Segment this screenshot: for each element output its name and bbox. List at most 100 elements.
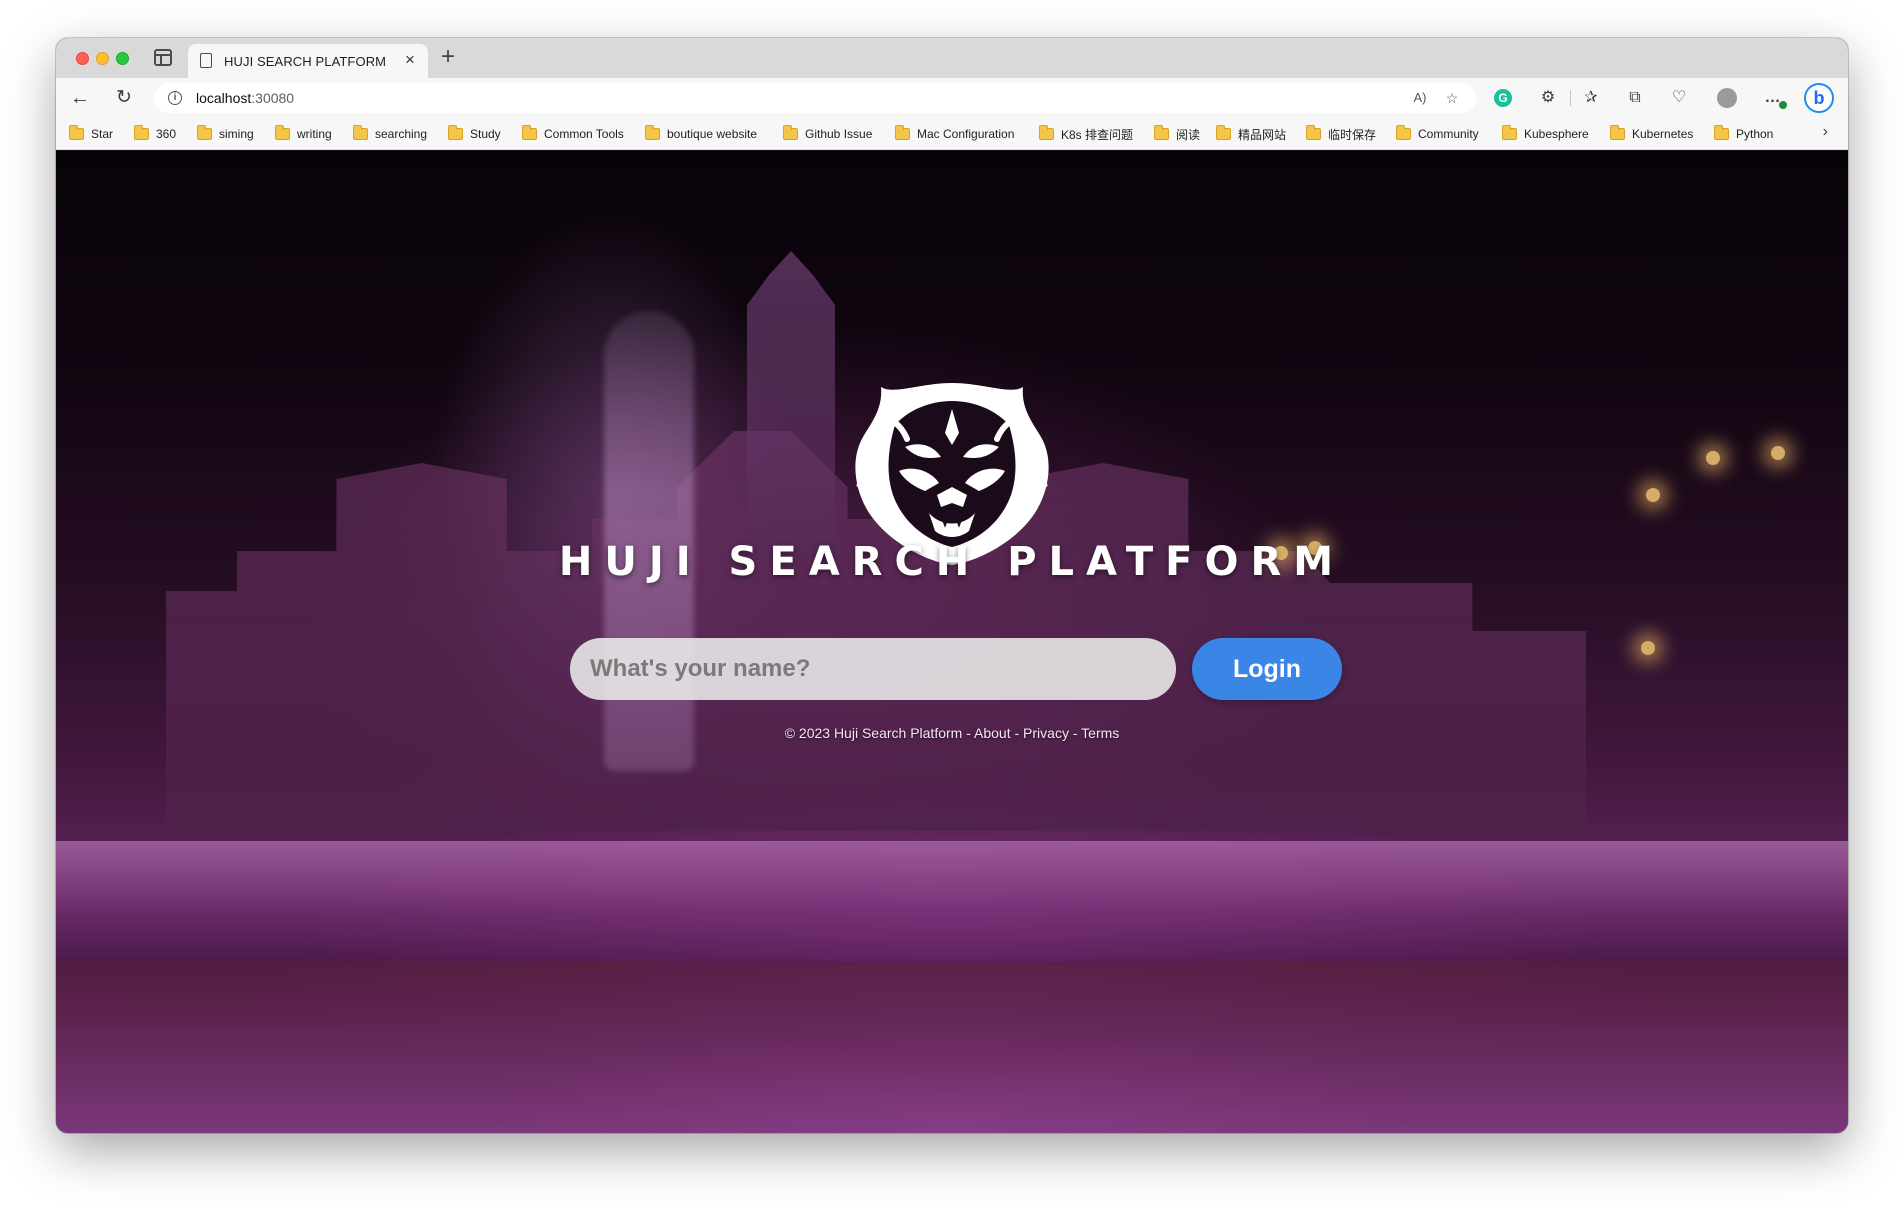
folder-icon <box>69 125 84 140</box>
profile-avatar-icon[interactable] <box>1716 87 1738 109</box>
bookmark-folder[interactable]: Github Issue <box>783 125 872 143</box>
folder-icon <box>1714 125 1729 140</box>
login-form: Login <box>570 638 1342 700</box>
extensions-icon[interactable]: ⚙ <box>1537 87 1559 109</box>
folder-icon <box>645 125 660 140</box>
chevron-right-icon[interactable]: › <box>1823 123 1828 141</box>
footer-copyright: © 2023 Huji Search Platform <box>784 725 963 741</box>
tab-title: HUJI SEARCH PLATFORM <box>224 54 387 69</box>
folder-icon <box>448 125 463 140</box>
bookmark-folder[interactable]: K8s 排查问题 <box>1039 125 1133 143</box>
tab-active[interactable]: HUJI SEARCH PLATFORM × <box>188 44 428 78</box>
update-badge <box>1779 101 1787 109</box>
folder-icon <box>1216 125 1231 140</box>
bookmark-label: K8s 排查问题 <box>1061 127 1134 142</box>
bookmark-folder[interactable]: Community <box>1396 125 1479 143</box>
bookmark-label: writing <box>297 127 332 141</box>
bookmark-label: Common Tools <box>544 127 624 141</box>
bookmark-folder[interactable]: Mac Configuration <box>895 125 1014 143</box>
folder-icon <box>895 125 910 140</box>
folder-icon <box>1610 125 1625 140</box>
folder-icon <box>353 125 368 140</box>
site-info-icon[interactable]: i <box>168 91 182 105</box>
new-tab-button[interactable]: + <box>436 45 460 69</box>
browser-essentials-icon[interactable]: ♡ <box>1668 87 1690 109</box>
back-arrow-icon[interactable]: ← <box>68 86 92 110</box>
bookmark-folder[interactable]: 360 <box>134 125 176 143</box>
footer-separator: - <box>1010 725 1024 741</box>
bookmark-folder[interactable]: Kubernetes <box>1610 125 1693 143</box>
bookmark-folder[interactable]: Kubesphere <box>1502 125 1589 143</box>
collections-icon[interactable]: ⧉ <box>1624 87 1646 109</box>
bookmark-folder[interactable]: siming <box>197 125 254 143</box>
url-host: localhost <box>196 90 252 106</box>
bookmark-folder[interactable]: 阅读 <box>1154 125 1200 143</box>
bookmark-label: 精品网站 <box>1238 127 1287 142</box>
more-menu-icon[interactable]: … <box>1762 87 1787 109</box>
bookmark-folder[interactable]: Star <box>69 125 113 143</box>
name-input[interactable] <box>570 638 1176 700</box>
bookmark-folder[interactable]: Common Tools <box>522 125 624 143</box>
bookmark-label: 360 <box>156 127 177 141</box>
folder-icon <box>1396 125 1411 140</box>
login-page: HUJI SEARCH PLATFORM Login © 2023 Huji S… <box>56 151 1848 1133</box>
folder-icon <box>275 125 290 140</box>
bookmark-label: 阅读 <box>1176 127 1201 142</box>
zoom-window-button[interactable] <box>116 52 129 65</box>
bookmark-label: Mac Configuration <box>917 127 1015 141</box>
folder-icon <box>197 125 212 140</box>
folder-icon <box>522 125 537 140</box>
bookmark-folder[interactable]: Python <box>1714 125 1773 143</box>
footer-separator: - <box>962 725 974 741</box>
tab-close-icon[interactable]: × <box>400 50 420 70</box>
copilot-icon[interactable]: b <box>1804 83 1834 113</box>
folder-icon <box>783 125 798 140</box>
bookmark-label: Kubernetes <box>1632 127 1694 141</box>
bookmark-label: 临时保存 <box>1328 127 1377 142</box>
bookmark-label: boutique website <box>667 127 758 141</box>
footer-about-link[interactable]: About <box>974 725 1011 741</box>
favorites-icon[interactable]: ✰ <box>1580 87 1602 109</box>
login-button[interactable]: Login <box>1192 638 1342 700</box>
folder-icon <box>134 125 149 140</box>
bookmark-folder[interactable]: boutique website <box>645 125 757 143</box>
footer-terms-link[interactable]: Terms <box>1081 725 1119 741</box>
footer-privacy-link[interactable]: Privacy <box>1023 725 1069 741</box>
tab-strip: HUJI SEARCH PLATFORM × + <box>56 38 1848 78</box>
bookmark-label: Python <box>1736 127 1774 141</box>
close-window-button[interactable] <box>76 52 89 65</box>
browser-window: HUJI SEARCH PLATFORM × + ← ↻ i localhost… <box>56 38 1848 1133</box>
url-text[interactable]: localhost:30080 <box>196 90 294 106</box>
bookmark-folder[interactable]: 精品网站 <box>1216 125 1286 143</box>
toolbar: ← ↻ i localhost:30080 A) ☆ G ⚙ ✰ ⧉ ♡ … b <box>56 78 1848 118</box>
bookmark-label: Github Issue <box>805 127 873 141</box>
folder-icon <box>1502 125 1517 140</box>
folder-icon <box>1039 125 1054 140</box>
bookmark-label: Kubesphere <box>1524 127 1589 141</box>
page-footer: © 2023 Huji Search Platform - About - Pr… <box>56 725 1848 741</box>
add-favorite-icon[interactable]: ☆ <box>1442 88 1462 108</box>
read-aloud-icon[interactable]: A) <box>1410 88 1430 108</box>
bookmark-folder[interactable]: Study <box>448 125 501 143</box>
bookmark-folder[interactable]: searching <box>353 125 427 143</box>
bookmark-label: Study <box>470 127 501 141</box>
address-bar[interactable]: i localhost:30080 A) ☆ <box>154 83 1476 113</box>
tab-actions-icon[interactable] <box>154 49 172 66</box>
bookmark-label: searching <box>375 127 428 141</box>
page-icon <box>200 53 212 68</box>
folder-icon <box>1154 125 1169 140</box>
grammarly-icon[interactable]: G <box>1492 87 1514 109</box>
bookmarks-bar: Star 360 siming writing searching Study … <box>56 118 1848 150</box>
bookmark-label: Star <box>91 127 114 141</box>
toolbar-divider <box>1570 90 1571 106</box>
bookmark-folder[interactable]: writing <box>275 125 332 143</box>
bookmark-label: Community <box>1418 127 1479 141</box>
brand-title: HUJI SEARCH PLATFORM <box>558 539 1346 585</box>
url-port: :30080 <box>251 90 295 106</box>
bookmark-folder[interactable]: 临时保存 <box>1306 125 1376 143</box>
footer-separator: - <box>1068 725 1082 741</box>
folder-icon <box>1306 125 1321 140</box>
minimize-window-button[interactable] <box>96 52 109 65</box>
bookmark-label: siming <box>219 127 254 141</box>
reload-icon[interactable]: ↻ <box>112 86 136 110</box>
